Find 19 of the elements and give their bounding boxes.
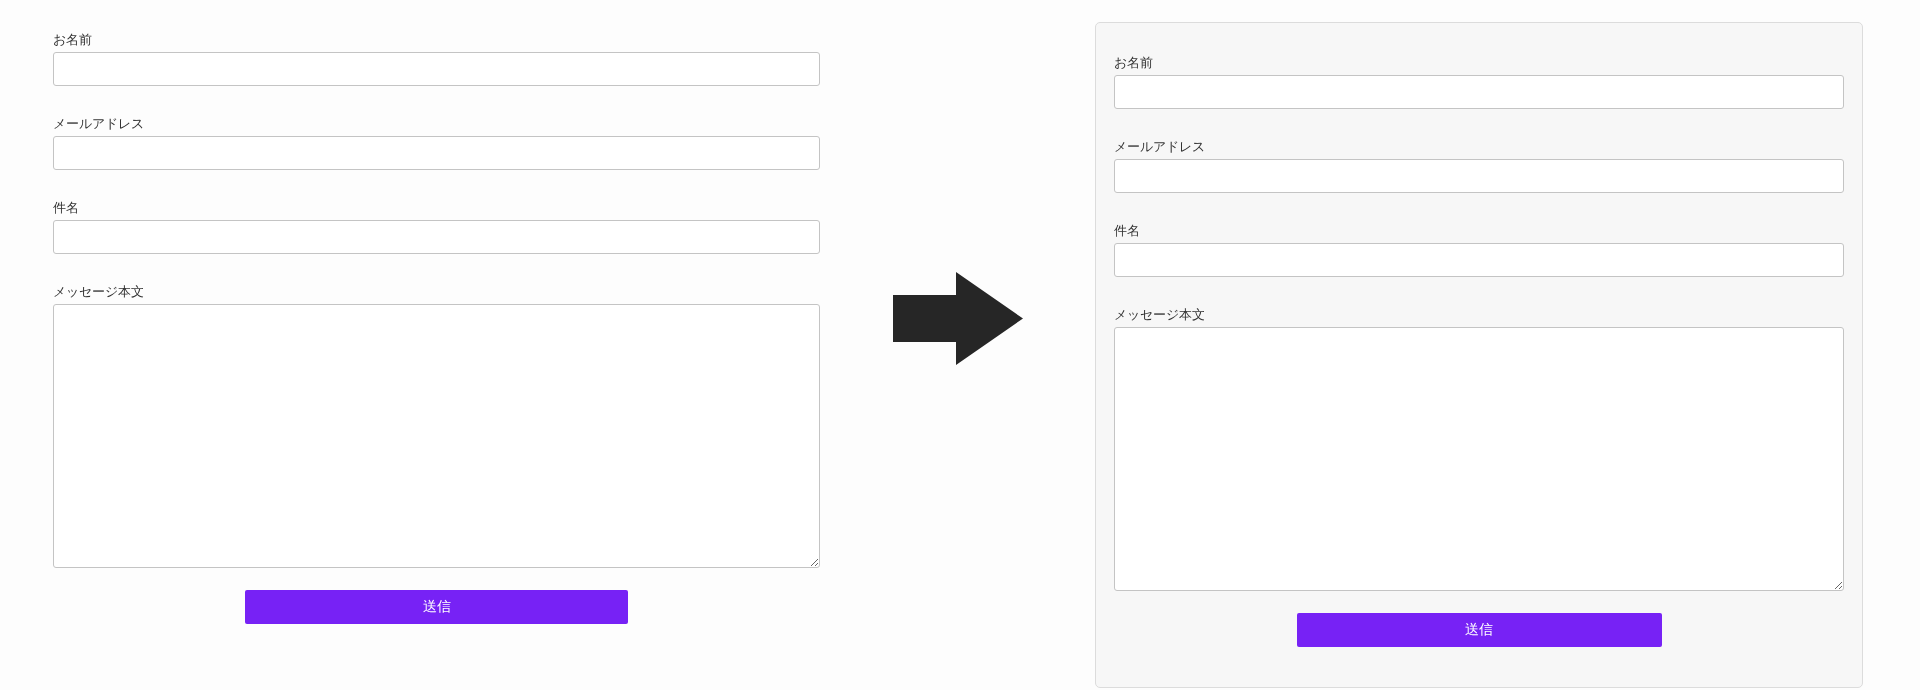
input-field[interactable] [53, 220, 820, 254]
input-field[interactable] [1114, 75, 1844, 109]
input-field[interactable] [1114, 159, 1844, 193]
field-label: メッセージ本文 [1114, 306, 1205, 324]
input-field[interactable] [53, 136, 820, 170]
submit-button[interactable]: 送信 [244, 590, 629, 624]
field-label: 件名 [1114, 222, 1140, 240]
field-label: 件名 [53, 199, 79, 217]
field-label: メールアドレス [53, 115, 144, 133]
field-label: メールアドレス [1114, 138, 1205, 156]
field-label: お名前 [53, 31, 92, 49]
field-label: メッセージ本文 [53, 283, 144, 301]
field-label: お名前 [1114, 54, 1153, 72]
submit-button[interactable]: 送信 [1296, 613, 1662, 647]
message-textarea[interactable] [53, 304, 820, 568]
input-field[interactable] [53, 52, 820, 86]
input-field[interactable] [1114, 243, 1844, 277]
message-textarea[interactable] [1114, 327, 1844, 591]
right-arrow-icon [892, 272, 1023, 365]
